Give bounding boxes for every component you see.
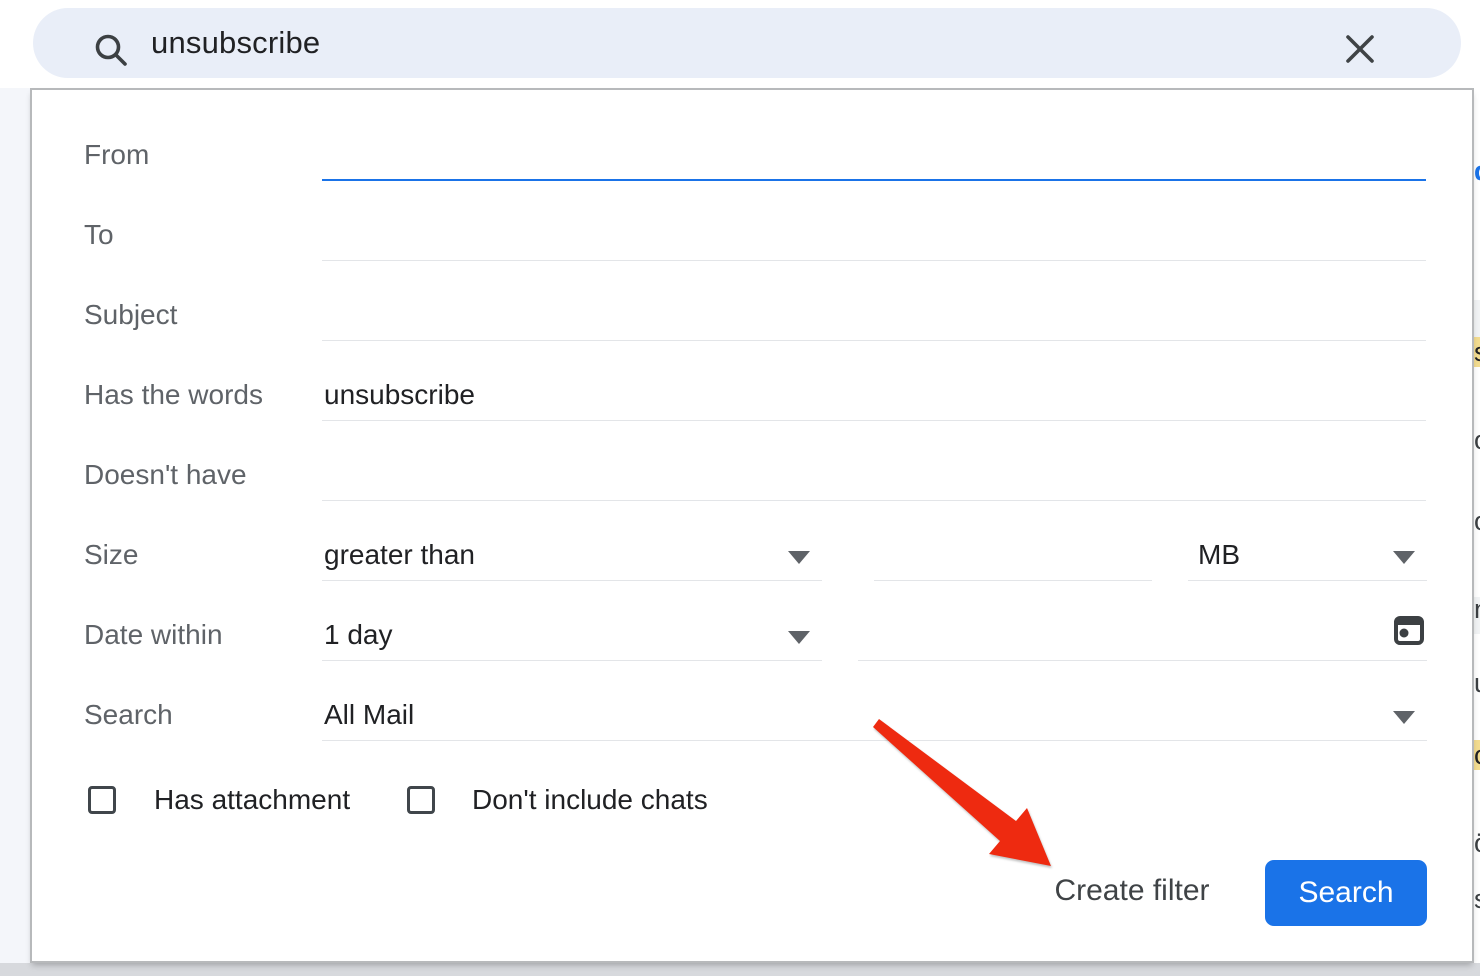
chevron-down-icon (1393, 551, 1415, 564)
from-field[interactable] (322, 129, 1426, 181)
doesnt-have-field[interactable] (322, 449, 1426, 501)
subject-field[interactable] (322, 289, 1426, 341)
doesnt-have-label: Doesn't have (84, 449, 314, 501)
search-button[interactable]: Search (1265, 860, 1427, 926)
size-amount-field[interactable] (874, 529, 1152, 581)
advanced-search-panel: From To Subject Has the words Doesn't ha… (30, 88, 1474, 963)
dont-include-chats-label: Don't include chats (472, 782, 708, 818)
background-text-fragment: s (1474, 884, 1480, 914)
date-range-value: 1 day (322, 609, 822, 661)
background-text-fragment: d (1474, 156, 1480, 186)
page-left-margin (0, 88, 30, 963)
to-label: To (84, 209, 314, 261)
search-icon (92, 31, 130, 74)
search-scope-value: All Mail (322, 689, 1427, 741)
search-scope-dropdown[interactable]: All Mail (322, 689, 1427, 741)
date-range-dropdown[interactable]: 1 day (322, 609, 822, 661)
chevron-down-icon (1393, 711, 1415, 724)
has-attachment-label: Has attachment (154, 782, 350, 818)
search-input[interactable]: unsubscribe (151, 8, 320, 78)
background-mail-list-sliver: d s o o n u c ö s (1474, 88, 1480, 963)
has-attachment-checkbox[interactable] (88, 786, 116, 814)
close-icon (1341, 30, 1379, 71)
search-bar[interactable]: unsubscribe (33, 8, 1461, 78)
has-words-field[interactable] (322, 369, 1426, 421)
has-words-label: Has the words (84, 369, 314, 421)
size-comparator-dropdown[interactable]: greater than (322, 529, 822, 581)
chevron-down-icon (788, 631, 810, 644)
search-scope-label: Search (84, 689, 314, 741)
close-search-button[interactable] (1338, 28, 1382, 72)
calendar-icon[interactable] (1393, 613, 1425, 652)
dont-include-chats-checkbox[interactable] (407, 786, 435, 814)
size-unit-dropdown[interactable]: MB (1188, 529, 1427, 581)
size-unit-value: MB (1188, 529, 1427, 581)
from-label: From (84, 129, 314, 181)
background-text-fragment: o (1474, 506, 1480, 536)
background-highlighted-fragment: c (1474, 740, 1480, 770)
subject-label: Subject (84, 289, 314, 341)
size-comparator-value: greater than (322, 529, 822, 581)
background-text-fragment: ö (1474, 828, 1480, 858)
background-highlighted-fragment: s (1474, 337, 1480, 367)
date-picker-field[interactable] (858, 609, 1427, 661)
date-within-label: Date within (84, 609, 314, 661)
to-field[interactable] (322, 209, 1426, 261)
size-label: Size (84, 529, 314, 581)
page-bottom-strip (0, 963, 1480, 976)
date-picker-value (858, 609, 1427, 661)
background-text-fragment: u (1474, 668, 1480, 698)
create-filter-button[interactable]: Create filter (1032, 862, 1232, 920)
background-text-fragment: o (1474, 425, 1480, 455)
chevron-down-icon (788, 551, 810, 564)
background-text-fragment: n (1474, 594, 1480, 624)
mail-row-band (1474, 300, 1480, 337)
